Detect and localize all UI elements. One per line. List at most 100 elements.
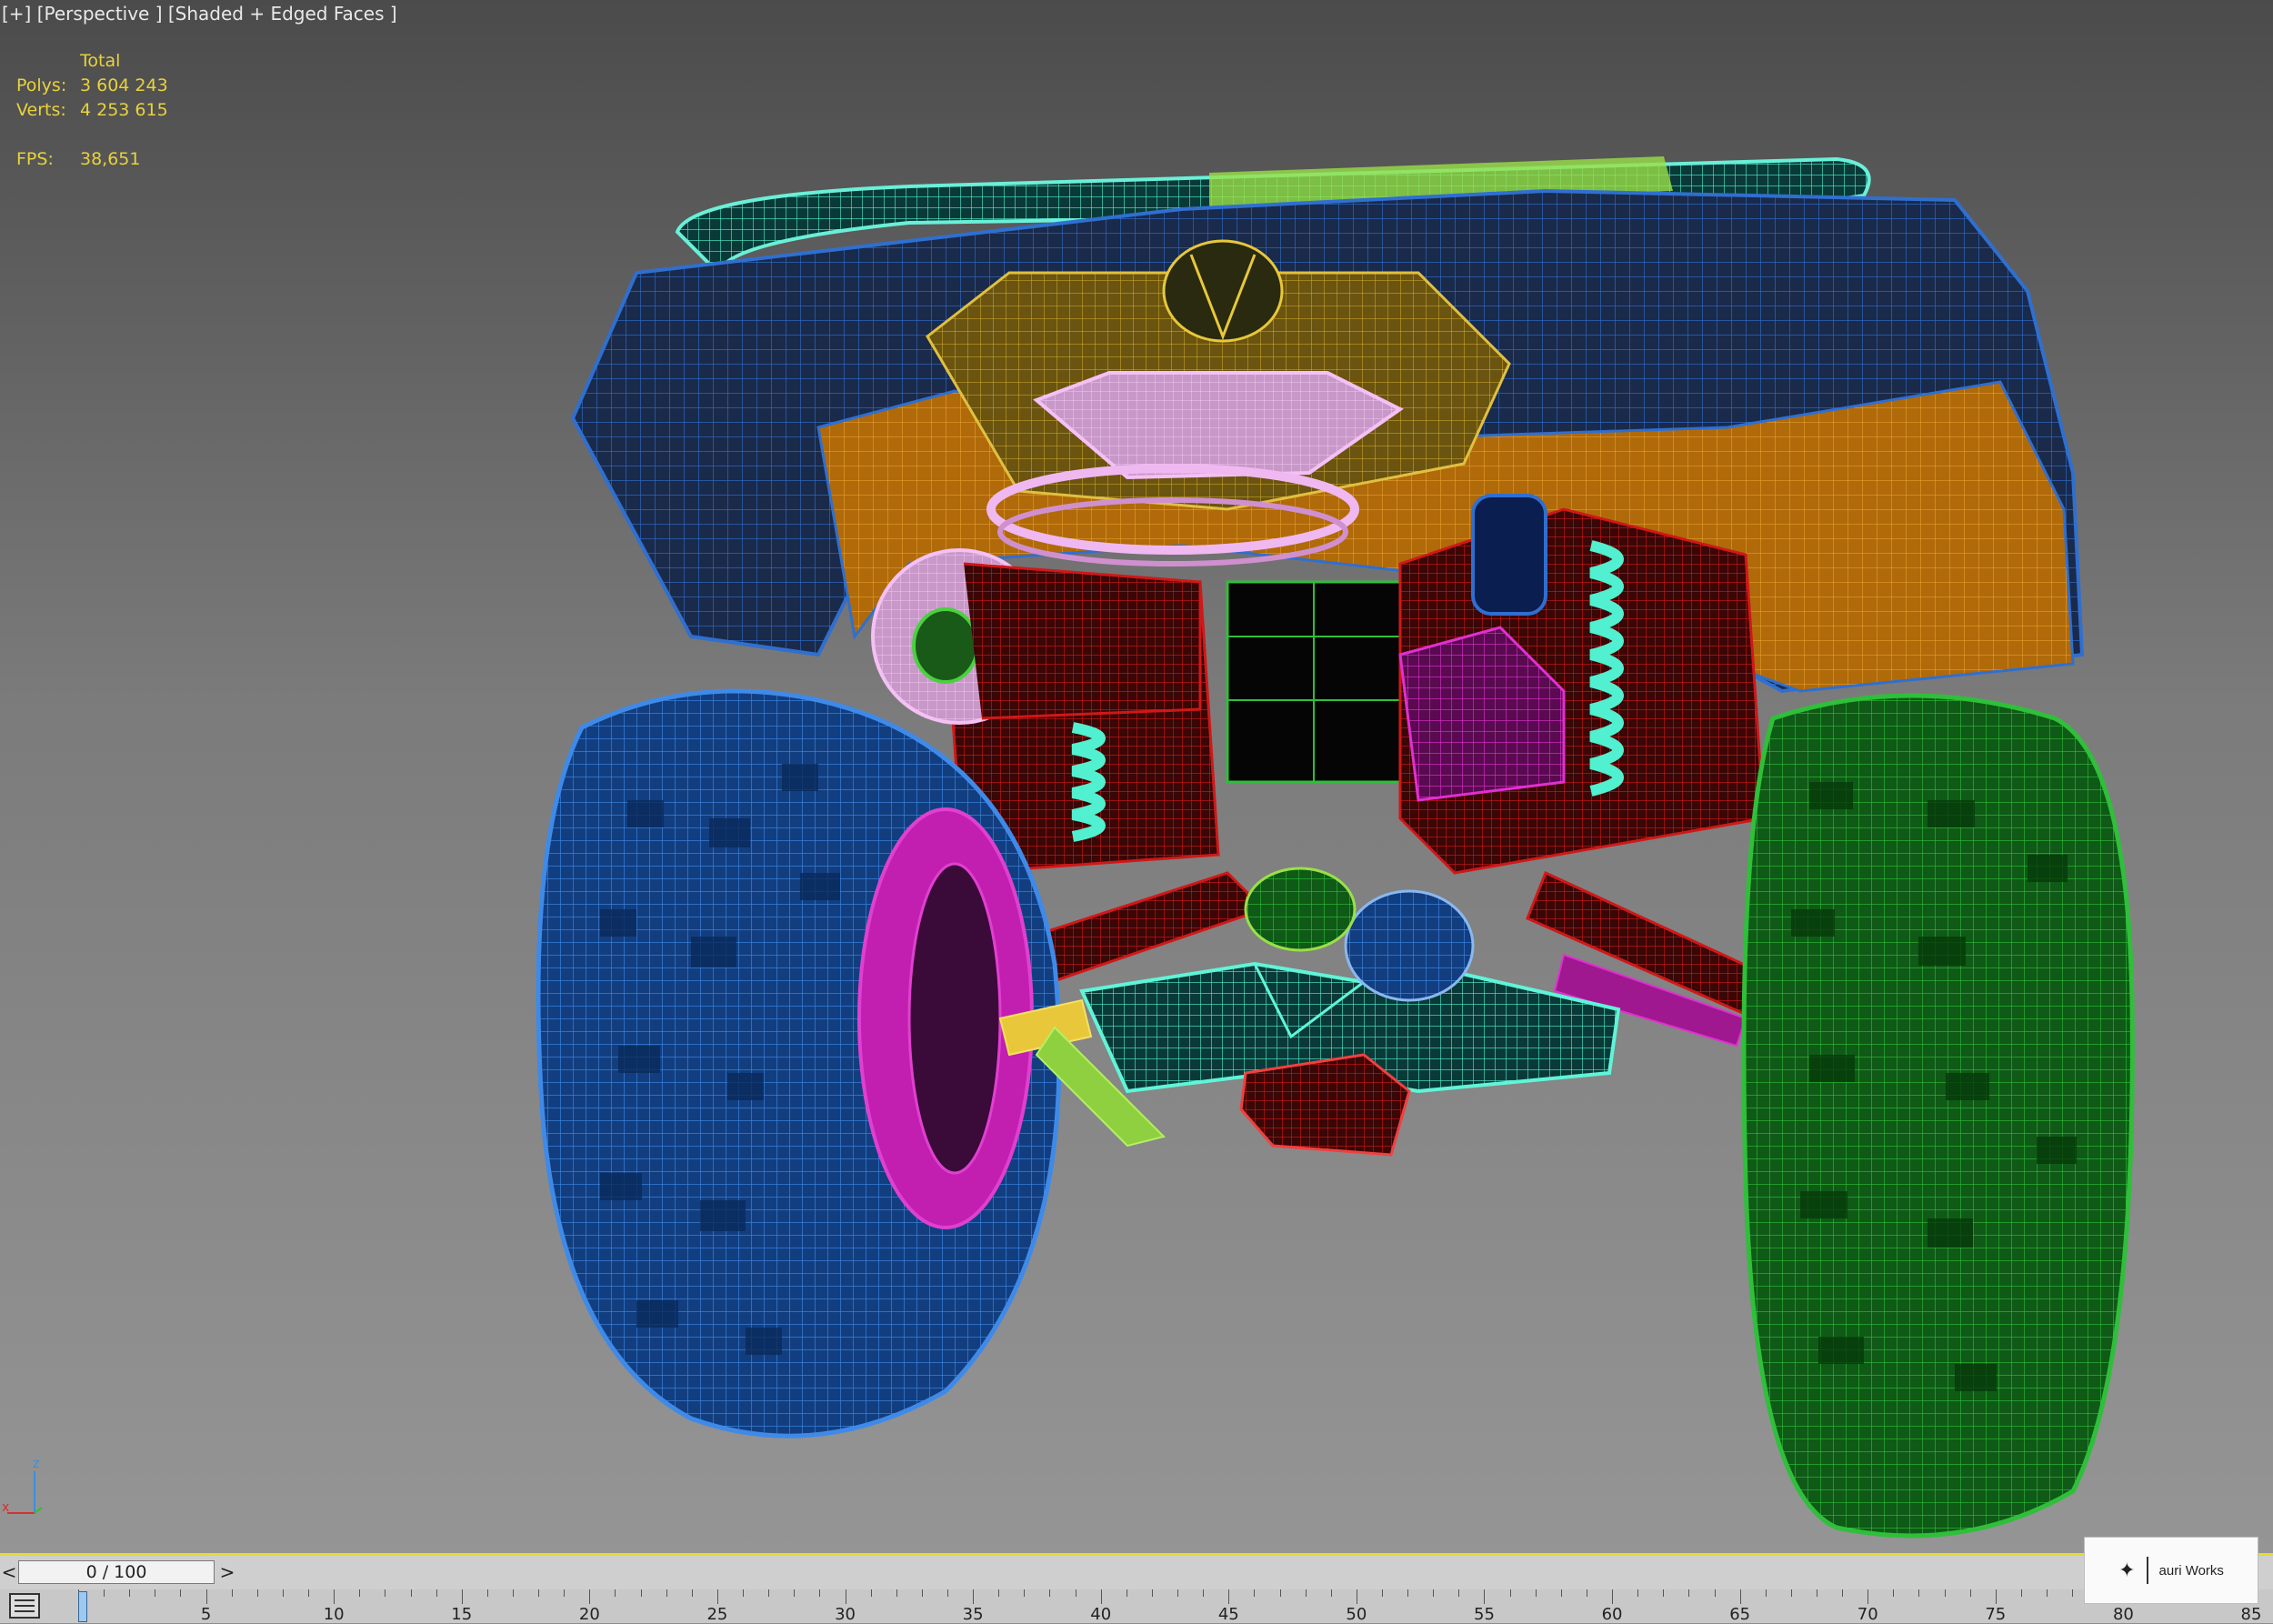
ruler-tick <box>2047 1589 2048 1597</box>
ruler-tick <box>1612 1589 1614 1604</box>
ruler-tick <box>256 1589 258 1597</box>
ruler-tick <box>486 1589 488 1597</box>
mini-curve-editor-icon[interactable] <box>9 1593 40 1619</box>
ruler-tick <box>1279 1589 1281 1597</box>
ruler-tick <box>334 1589 335 1604</box>
ruler-tick <box>2020 1589 2022 1597</box>
vehicle-wireframe-model[interactable] <box>0 0 2273 1553</box>
ruler-tick <box>180 1589 182 1597</box>
ruler-tick <box>640 1589 642 1597</box>
brand-watermark: ✦ auri Works <box>2084 1537 2258 1604</box>
ruler-tick <box>1969 1589 1971 1597</box>
ruler-tick <box>1203 1589 1205 1597</box>
ruler-tick <box>1842 1589 1844 1597</box>
ruler-tick <box>1790 1589 1792 1597</box>
ruler-tick <box>231 1589 233 1597</box>
ruler-tick <box>1177 1589 1179 1597</box>
ruler-label: 55 <box>1474 1605 1495 1624</box>
ruler-tick <box>1560 1589 1562 1597</box>
ruler-tick <box>410 1589 412 1597</box>
ruler-tick <box>743 1589 745 1597</box>
ruler-tick <box>1509 1589 1511 1597</box>
current-frame-marker[interactable] <box>78 1591 87 1622</box>
ruler-tick <box>1458 1589 1460 1597</box>
next-frame-button[interactable]: > <box>218 1561 236 1583</box>
ruler-tick <box>1305 1589 1307 1597</box>
ruler-label: 85 <box>2240 1605 2262 1624</box>
ruler-tick <box>1382 1589 1383 1597</box>
frame-ruler[interactable]: 5 10 15 20 25 30 35 40 45 50 55 60 65 70 75 80 85 <box>78 1589 2273 1624</box>
previous-frame-button[interactable]: < <box>0 1561 18 1583</box>
axis-gizmo: z x <box>2 1457 43 1515</box>
gizmo-z-label: z <box>33 1457 39 1471</box>
ruler-tick <box>973 1589 975 1604</box>
ruler-tick <box>436 1589 437 1597</box>
ruler-label: 25 <box>706 1605 728 1624</box>
ruler-tick <box>716 1589 718 1604</box>
time-slider-bar: < 0 / 100 > <box>0 1553 2273 1589</box>
ruler-label: 5 <box>200 1605 212 1624</box>
ruler-tick <box>666 1589 667 1597</box>
ruler-tick <box>1024 1589 1026 1597</box>
ruler-tick <box>282 1589 284 1597</box>
ruler-tick <box>1739 1589 1741 1604</box>
right-front-wheel <box>1741 693 2135 1539</box>
ruler-tick <box>819 1589 821 1597</box>
ruler-tick <box>998 1589 1000 1597</box>
ruler-tick <box>1535 1589 1537 1597</box>
ruler-tick <box>1688 1589 1690 1597</box>
ruler-label: 35 <box>962 1605 984 1624</box>
ruler-tick <box>1100 1589 1102 1604</box>
ruler-label: 20 <box>578 1605 600 1624</box>
ruler-tick <box>1433 1589 1435 1597</box>
time-slider-thumb[interactable]: 0 / 100 <box>18 1560 215 1584</box>
perspective-viewport[interactable]: [+] [Perspective ] [Shaded + Edged Faces… <box>0 0 2273 1553</box>
ruler-tick <box>129 1589 131 1597</box>
gizmo-x-label: x <box>2 1500 9 1515</box>
ruler-tick <box>1663 1589 1665 1597</box>
ruler-tick <box>870 1589 872 1597</box>
ruler-tick <box>1126 1589 1127 1597</box>
ruler-tick <box>947 1589 948 1597</box>
ruler-label: 30 <box>835 1605 856 1624</box>
ruler-tick <box>1918 1589 1920 1597</box>
ruler-tick <box>359 1589 361 1597</box>
ruler-tick <box>1995 1589 1997 1604</box>
brand-logo-icon: ✦ <box>2118 1559 2136 1582</box>
ruler-label: 70 <box>1857 1605 1878 1624</box>
ruler-tick <box>308 1589 310 1597</box>
ruler-tick <box>461 1589 463 1604</box>
ruler-tick <box>1765 1589 1767 1597</box>
ruler-tick <box>513 1589 514 1597</box>
ruler-tick <box>1049 1589 1051 1597</box>
ruler-tick <box>1867 1589 1869 1604</box>
ruler-tick <box>589 1589 591 1604</box>
ruler-tick <box>794 1589 796 1597</box>
ruler-tick <box>538 1589 540 1597</box>
ruler-label: 45 <box>1217 1605 1239 1624</box>
watermark-divider <box>2146 1557 2148 1584</box>
ruler-tick <box>921 1589 923 1597</box>
ruler-label: 50 <box>1346 1605 1367 1624</box>
ruler-tick <box>1484 1589 1486 1604</box>
ruler-tick <box>896 1589 897 1597</box>
ruler-tick <box>1714 1589 1716 1597</box>
ruler-label: 75 <box>1985 1605 2007 1624</box>
ruler-tick <box>768 1589 770 1597</box>
ruler-tick <box>2072 1589 2074 1597</box>
ruler-tick <box>1330 1589 1332 1597</box>
ruler-tick <box>1228 1589 1230 1604</box>
track-bar-timeline[interactable]: 5 10 15 20 25 30 35 40 45 50 55 60 65 70 75 80 85 <box>0 1589 2273 1624</box>
ruler-label: 40 <box>1090 1605 1112 1624</box>
ruler-tick <box>205 1589 207 1604</box>
ruler-tick <box>1637 1589 1639 1597</box>
ruler-label: 80 <box>2112 1605 2134 1624</box>
ruler-tick <box>385 1589 386 1597</box>
ruler-label: 60 <box>1601 1605 1623 1624</box>
left-front-wheel <box>536 688 1062 1439</box>
ruler-tick <box>615 1589 616 1597</box>
ruler-tick <box>1944 1589 1946 1597</box>
ruler-tick <box>564 1589 566 1597</box>
ruler-tick <box>104 1589 105 1597</box>
ruler-tick <box>1254 1589 1256 1597</box>
